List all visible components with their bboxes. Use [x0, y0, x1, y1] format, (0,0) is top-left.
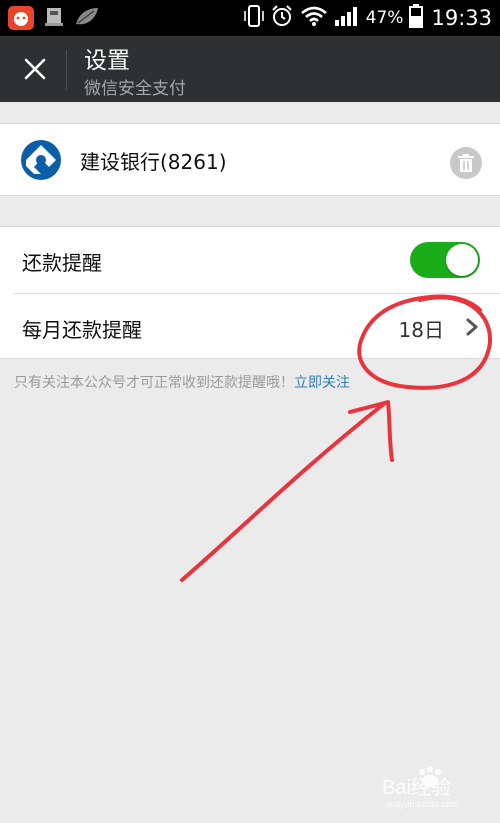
monthly-reminder-row[interactable]: 每月还款提醒 18日 — [0, 294, 500, 360]
toggle-knob — [446, 244, 478, 276]
clock: 19:33 — [431, 6, 492, 30]
page-title: 设置 — [84, 48, 130, 74]
repayment-reminder-toggle[interactable] — [410, 242, 480, 278]
monthly-reminder-value: 18日 — [398, 318, 444, 342]
repayment-reminder-row: 还款提醒 — [0, 227, 500, 293]
annotation-arrow-shaft — [180, 401, 387, 582]
chevron-right-icon — [466, 318, 478, 336]
phone-vibrate-icon — [243, 3, 264, 34]
signal-icon — [334, 5, 360, 32]
battery-percent: 47% — [365, 8, 404, 28]
app-bar: 设置 微信安全支付 — [0, 36, 500, 102]
watermark-subtext: jingyan.baidu.com — [385, 799, 459, 809]
leaf-icon — [74, 6, 100, 30]
close-button[interactable] — [12, 46, 58, 92]
app-bar-divider — [66, 50, 67, 90]
monthly-reminder-label: 每月还款提醒 — [22, 318, 142, 342]
close-icon — [24, 58, 46, 80]
alarm-icon — [270, 4, 294, 33]
repayment-reminder-label: 还款提醒 — [22, 251, 102, 275]
bank-card-name: 建设银行(8261) — [80, 150, 227, 174]
annotation-arrow-head — [348, 400, 394, 462]
watermark-text: Bai经验 — [382, 776, 451, 799]
reminder-settings: 还款提醒 每月还款提醒 18日 — [0, 226, 500, 359]
delete-card-button[interactable] — [450, 147, 482, 179]
follow-now-link[interactable]: 立即关注 — [294, 375, 350, 391]
app-icon — [44, 6, 70, 30]
trash-icon — [458, 154, 474, 172]
bank-card-row: 建设银行(8261) — [0, 123, 500, 196]
wifi-icon — [300, 5, 328, 32]
page-subtitle: 微信安全支付 — [84, 79, 186, 99]
battery-icon — [409, 3, 424, 33]
follow-notice: 只有关注本公众号才可正常收到还款提醒哦！立即关注 — [14, 372, 350, 392]
ccb-logo-icon — [21, 140, 61, 180]
notice-text: 只有关注本公众号才可正常收到还款提醒哦！ — [14, 375, 294, 391]
baidu-watermark: Bai经验 jingyan.baidu.com — [382, 766, 459, 809]
app-icon — [8, 6, 34, 30]
status-bar: 47% 19:33 — [0, 0, 500, 36]
